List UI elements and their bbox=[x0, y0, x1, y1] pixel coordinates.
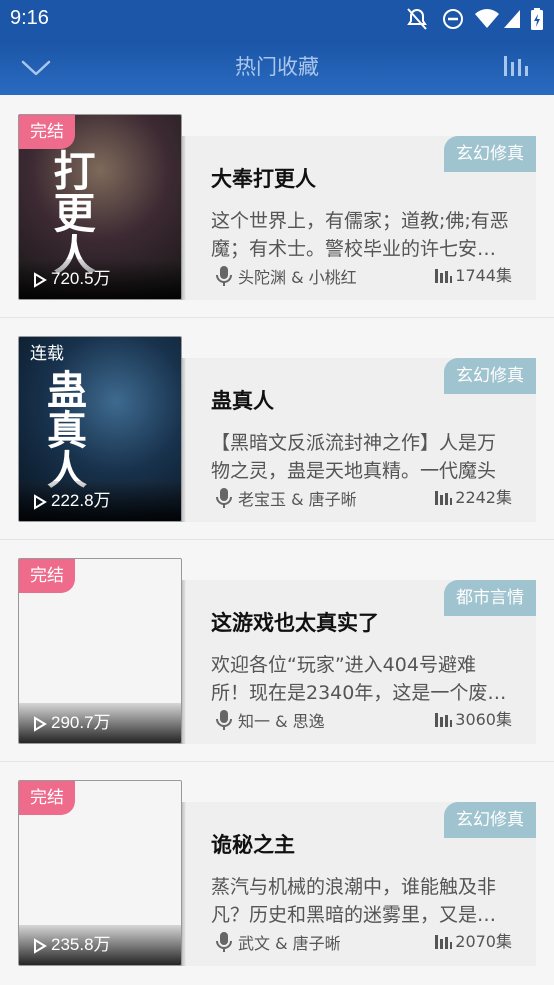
signal-icon bbox=[504, 10, 520, 28]
narrators-text: 武文 & 唐子晰 bbox=[238, 934, 341, 953]
book-card[interactable]: 蛊真人 连载 222.8万 玄幻修真 蛊真人 【黑暗文反派流封神之作】人是万物之… bbox=[0, 317, 554, 539]
play-count-value: 290.7万 bbox=[51, 713, 111, 732]
genre-tag: 玄幻修真 bbox=[444, 358, 536, 394]
episode-count-value: 1744集 bbox=[455, 266, 512, 285]
book-list: 打更人 完结 720.5万 玄幻修真 大奉打更人 这个世界上，有儒家；道教;佛;… bbox=[0, 95, 554, 985]
status-badge: 连载 bbox=[30, 344, 64, 364]
play-count: 290.7万 bbox=[19, 703, 181, 743]
play-count: 235.8万 bbox=[19, 925, 181, 965]
book-description: 【黑暗文反派流封神之作】人是万物之灵，蛊是天地真精。一代魔头 bbox=[211, 432, 497, 482]
page-title: 热门收藏 bbox=[235, 55, 319, 79]
play-icon bbox=[34, 937, 47, 954]
book-title: 蛊真人 bbox=[211, 389, 274, 413]
narrators-text: 老宝玉 & 唐子晰 bbox=[238, 490, 357, 509]
episodes-icon bbox=[435, 713, 453, 727]
book-card[interactable]: 完结 290.7万 都市言情 这游戏也太真实了 欢迎各位“玩家”进入404号避难… bbox=[0, 539, 554, 761]
microphone-icon bbox=[216, 488, 232, 508]
episode-count: 1744集 bbox=[434, 265, 512, 287]
episodes-icon bbox=[435, 491, 453, 505]
genre-tag: 都市言情 bbox=[444, 580, 536, 616]
play-count: 222.8万 bbox=[19, 481, 181, 521]
episode-count-value: 3060集 bbox=[455, 710, 512, 729]
play-icon bbox=[34, 493, 47, 510]
episode-count-value: 2070集 bbox=[455, 932, 512, 951]
book-cover[interactable]: 打更人 完结 720.5万 bbox=[18, 114, 182, 300]
book-title: 大奉打更人 bbox=[211, 167, 316, 191]
episodes-icon bbox=[435, 935, 453, 949]
microphone-icon bbox=[216, 932, 232, 952]
episode-count: 2070集 bbox=[434, 931, 512, 953]
narrators: 老宝玉 & 唐子晰 bbox=[216, 487, 357, 511]
narrators-text: 知一 & 思逸 bbox=[238, 712, 325, 731]
status-time: 9:16 bbox=[10, 7, 49, 29]
book-description: 欢迎各位“玩家”进入404号避难所！现在是2340年，这是一个废土世界 bbox=[211, 654, 507, 704]
play-count: 720.5万 bbox=[19, 259, 181, 299]
book-card[interactable]: 完结 235.8万 玄幻修真 诡秘之主 蒸汽与机械的浪潮中，谁能触及非凡？历史和… bbox=[0, 761, 554, 983]
cover-calligraphy: 蛊真人 bbox=[40, 369, 87, 489]
narrators: 武文 & 唐子晰 bbox=[216, 931, 341, 955]
book-cover[interactable]: 完结 290.7万 bbox=[18, 558, 182, 744]
play-icon bbox=[34, 715, 47, 732]
notifications-off-icon bbox=[407, 8, 427, 30]
episode-count-value: 2242集 bbox=[455, 488, 512, 507]
microphone-icon bbox=[216, 710, 232, 730]
book-cover[interactable]: 完结 235.8万 bbox=[18, 780, 182, 966]
cover-calligraphy: 打更人 bbox=[47, 149, 96, 275]
book-cover[interactable]: 蛊真人 连载 222.8万 bbox=[18, 336, 182, 522]
status-badge: 完结 bbox=[19, 559, 75, 593]
narrators: 知一 & 思逸 bbox=[216, 709, 325, 733]
play-icon bbox=[34, 271, 47, 288]
episode-count: 2242集 bbox=[434, 487, 512, 509]
microphone-icon bbox=[216, 266, 232, 286]
episode-count: 3060集 bbox=[434, 709, 512, 731]
status-bar: 9:16 bbox=[0, 0, 554, 40]
genre-tag: 玄幻修真 bbox=[444, 802, 536, 838]
narrators-text: 头陀渊 & 小桃红 bbox=[238, 268, 357, 287]
do-not-disturb-icon bbox=[443, 9, 463, 29]
play-count-value: 222.8万 bbox=[51, 491, 111, 510]
bar-chart-icon[interactable] bbox=[502, 52, 530, 78]
book-description: 这个世界上，有儒家；道教;佛;有恶魔；有术士。警校毕业的许七安幽幽醒来 bbox=[211, 210, 509, 260]
play-count-value: 720.5万 bbox=[51, 269, 111, 288]
episodes-icon bbox=[435, 269, 453, 283]
status-badge: 完结 bbox=[19, 781, 75, 815]
play-count-value: 235.8万 bbox=[51, 935, 111, 954]
book-title: 诡秘之主 bbox=[211, 833, 295, 857]
status-badge: 完结 bbox=[19, 115, 75, 149]
battery-icon bbox=[531, 8, 543, 30]
top-bar: 热门收藏 bbox=[0, 40, 554, 95]
narrators: 头陀渊 & 小桃红 bbox=[216, 265, 357, 289]
genre-tag: 玄幻修真 bbox=[444, 136, 536, 172]
book-description: 蒸汽与机械的浪潮中，谁能触及非凡？历史和黑暗的迷雾里，又是谁在耳语 bbox=[211, 876, 497, 926]
wifi-icon bbox=[475, 9, 499, 28]
book-title: 这游戏也太真实了 bbox=[211, 611, 379, 635]
book-card[interactable]: 打更人 完结 720.5万 玄幻修真 大奉打更人 这个世界上，有儒家；道教;佛;… bbox=[0, 95, 554, 317]
